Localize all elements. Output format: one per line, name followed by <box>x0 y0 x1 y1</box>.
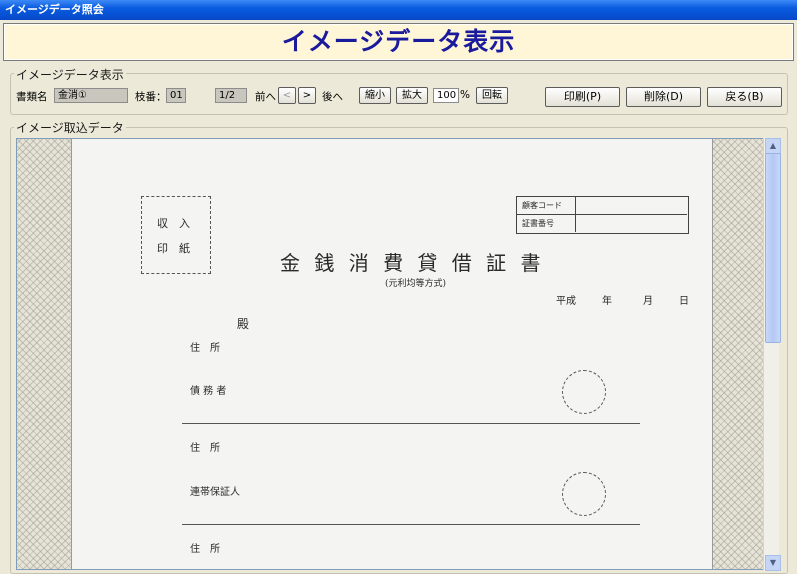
certificate-no-label: 証書番号 <box>522 219 554 228</box>
zoom-in-button[interactable]: 拡大 <box>396 87 428 104</box>
next-label: 後へ <box>322 91 343 103</box>
date-month: 月 <box>643 296 653 307</box>
stamp-line1: 収 入 <box>157 217 190 230</box>
window-title-bar[interactable]: イメージデータ照会 <box>0 0 797 20</box>
doc-type-field[interactable]: 金消① <box>54 88 128 103</box>
date-year: 年 <box>602 296 612 307</box>
back-button[interactable]: 戻る(B) <box>707 87 782 107</box>
page-no-field[interactable]: 01 <box>166 88 186 103</box>
debtor-seal-circle <box>562 370 606 414</box>
scroll-thumb[interactable] <box>765 153 781 343</box>
revenue-stamp-box <box>141 196 211 274</box>
scroll-up-arrow-icon[interactable]: ▲ <box>765 138 781 154</box>
document-title: 金 銭 消 費 貸 借 証 書 <box>280 251 545 275</box>
prev-page-button[interactable]: < <box>278 87 296 104</box>
date-day: 日 <box>679 296 689 307</box>
debtor-label: 債 務 者 <box>190 386 227 397</box>
customer-code-label: 顧客コード <box>522 201 562 210</box>
page-title: イメージデータ表示 <box>281 27 516 56</box>
window-title: イメージデータ照会 <box>5 3 104 16</box>
rotate-button[interactable]: 回転 <box>476 87 508 104</box>
guarantor-seal-circle <box>562 472 606 516</box>
zoom-unit: % <box>460 89 470 101</box>
next-page-button[interactable]: > <box>298 87 316 104</box>
code-table-column-divider <box>575 196 576 232</box>
scroll-down-arrow-icon[interactable]: ▼ <box>765 555 781 571</box>
guarantor-label: 連帯保証人 <box>190 487 240 498</box>
separator-line-2 <box>182 524 640 525</box>
display-group-legend: イメージデータ表示 <box>14 66 126 83</box>
vertical-scrollbar[interactable]: ▲ ▼ <box>763 138 781 571</box>
stamp-line2: 印 紙 <box>157 242 190 255</box>
address-label-2: 住 所 <box>190 443 220 454</box>
image-group-legend: イメージ取込データ <box>14 119 126 136</box>
addressee: 殿 <box>237 317 250 331</box>
zoom-level-field[interactable]: 100 <box>433 88 459 103</box>
date-era: 平成 <box>556 296 576 307</box>
image-viewer[interactable]: 収 入 印 紙 顧客コード 証書番号 金 銭 消 費 貸 借 証 書 (元利均等… <box>16 138 779 570</box>
page-no-label: 枝番： <box>135 91 167 103</box>
page-count-field: 1/2 <box>215 88 247 103</box>
address-label-1: 住 所 <box>190 343 220 354</box>
delete-button[interactable]: 削除(D) <box>626 87 701 107</box>
header-banner: イメージデータ表示 <box>3 23 794 61</box>
scanned-document: 収 入 印 紙 顧客コード 証書番号 金 銭 消 費 貸 借 証 書 (元利均等… <box>71 139 713 569</box>
prev-label: 前へ <box>255 91 276 103</box>
separator-line-1 <box>182 423 640 424</box>
zoom-out-button[interactable]: 縮小 <box>359 87 391 104</box>
viewer-margin-left <box>17 139 71 569</box>
address-label-3: 住 所 <box>190 544 220 555</box>
code-table-divider <box>516 214 687 215</box>
doc-type-label: 書類名 <box>16 91 48 103</box>
print-button[interactable]: 印刷(P) <box>545 87 620 107</box>
document-subtitle: (元利均等方式) <box>385 279 447 289</box>
